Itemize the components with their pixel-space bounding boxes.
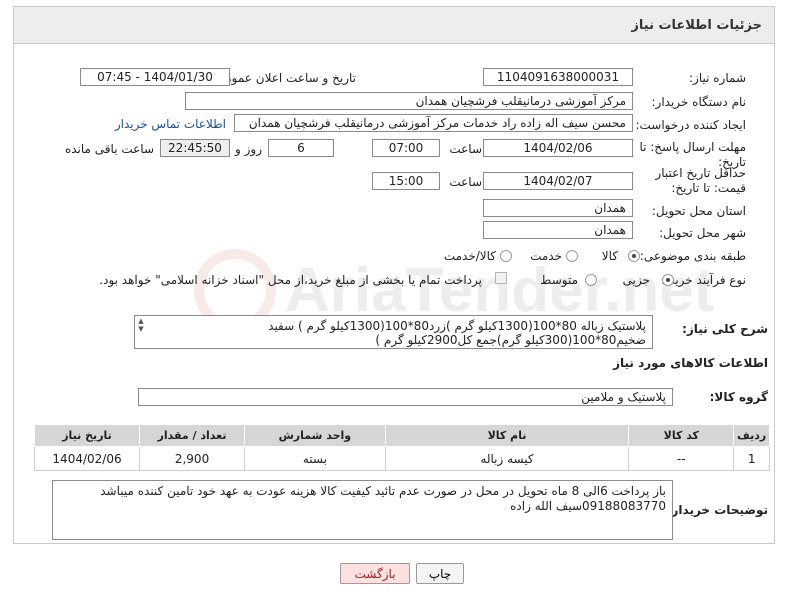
back-button[interactable]: بازگشت: [340, 563, 410, 584]
buyer-field: مرکز آموزشی درمانیقلب فرشچیان همدان: [185, 92, 633, 110]
col-row: ردیف: [733, 424, 770, 447]
category-label: طبقه بندی موضوعی:: [639, 249, 746, 263]
process-radio-medium[interactable]: [585, 274, 597, 286]
deadline-time-label: ساعت: [449, 142, 482, 156]
days-label: روز و: [235, 142, 262, 156]
goods-group-field: پلاستیک و ملامین: [138, 388, 673, 406]
col-date: تاریخ نیاز: [33, 424, 141, 447]
payment-note: پرداخت تمام یا بخشی از مبلغ خرید،از محل …: [99, 273, 482, 287]
col-unit: واحد شمارش: [244, 424, 386, 447]
deadline-date-field: 1404/02/06: [483, 139, 633, 157]
buyer-label: نام دستگاه خریدار:: [651, 95, 747, 109]
buyer-contact-link[interactable]: اطلاعات تماس خریدار: [115, 117, 226, 131]
province-field: همدان: [483, 199, 633, 217]
need-number-field: 1104091638000031: [483, 68, 633, 86]
notes-text: باز پرداخت 6الی 8 ماه تحویل در محل در صو…: [100, 484, 666, 513]
description-label: شرح کلی نیاز:: [682, 322, 768, 336]
city-label: شهر محل تحویل:: [659, 226, 746, 240]
creator-label: ایجاد کننده درخواست:: [635, 118, 746, 132]
notes-label: توضیحات خریدار:: [666, 503, 768, 517]
category-radio-goods[interactable]: [628, 250, 640, 262]
deadline-time-field: 07:00: [372, 139, 440, 157]
process-option-medium: متوسط: [540, 273, 578, 287]
page-title: جزئیات اطلاعات نیاز: [631, 18, 762, 33]
need-number-label: شماره نیاز:: [689, 71, 746, 85]
col-qty: تعداد / مقدار: [139, 424, 246, 447]
cell-qty: 2,900: [139, 446, 246, 471]
category-option-service: خدمت: [530, 249, 562, 263]
category-option-goods-service: کالا/خدمت: [443, 249, 496, 263]
description-textarea[interactable]: پلاستیک زباله 80*100(1300کیلو گرم )زرد80…: [134, 315, 653, 349]
col-name: نام کالا: [384, 424, 630, 447]
remaining-time-field: 22:45:50: [160, 139, 230, 157]
days-field: 6: [268, 139, 334, 157]
description-scroll-arrows[interactable]: ▲ ▼: [136, 317, 146, 335]
announce-field: 1404/01/30 - 07:45: [80, 68, 230, 86]
description-text: پلاستیک زباله 80*100(1300کیلو گرم )زرد80…: [268, 319, 646, 347]
creator-field: محسن سیف اله زاده راد خدمات مرکز آموزشی …: [234, 114, 633, 132]
category-radio-goods-service[interactable]: [500, 250, 512, 262]
validity-date-field: 1404/02/07: [483, 172, 633, 190]
validity-label: حداقل تاریخ اعتبار قیمت: تا تاریخ:: [655, 166, 746, 195]
cell-row: 1: [733, 446, 770, 471]
province-label: استان محل تحویل:: [651, 204, 746, 218]
validity-time-label: ساعت: [449, 175, 482, 189]
goods-group-label: گروه کالا:: [709, 390, 768, 404]
category-radio-service[interactable]: [566, 250, 578, 262]
goods-section-title: اطلاعات کالاهای مورد نیاز: [613, 356, 768, 370]
process-option-minor: جزیی: [622, 273, 650, 287]
cell-date: 1404/02/06: [33, 446, 141, 471]
notes-textarea[interactable]: باز پرداخت 6الی 8 ماه تحویل در محل در صو…: [52, 480, 673, 540]
city-field: همدان: [483, 221, 633, 239]
goods-table-header: ردیف کد کالا نام کالا واحد شمارش تعداد /…: [33, 424, 770, 447]
category-option-goods: کالا: [601, 249, 618, 263]
process-radio-minor[interactable]: [662, 274, 674, 286]
announce-label: تاریخ و ساعت اعلان عمومی:: [211, 71, 356, 85]
cell-unit: بسته: [244, 446, 386, 471]
cell-code: --: [628, 446, 735, 471]
cell-name: کیسه زباله: [384, 446, 630, 471]
treasury-checkbox[interactable]: [495, 272, 507, 284]
remaining-label: ساعت باقی مانده: [64, 142, 154, 156]
print-button[interactable]: چاپ: [416, 563, 464, 584]
panel-header: جزئیات اطلاعات نیاز: [13, 6, 775, 44]
table-row: 1 -- کیسه زباله بسته 2,900 1404/02/06: [33, 446, 770, 471]
validity-time-field: 15:00: [372, 172, 440, 190]
col-code: کد کالا: [628, 424, 735, 447]
goods-table: ردیف کد کالا نام کالا واحد شمارش تعداد /…: [33, 424, 770, 471]
